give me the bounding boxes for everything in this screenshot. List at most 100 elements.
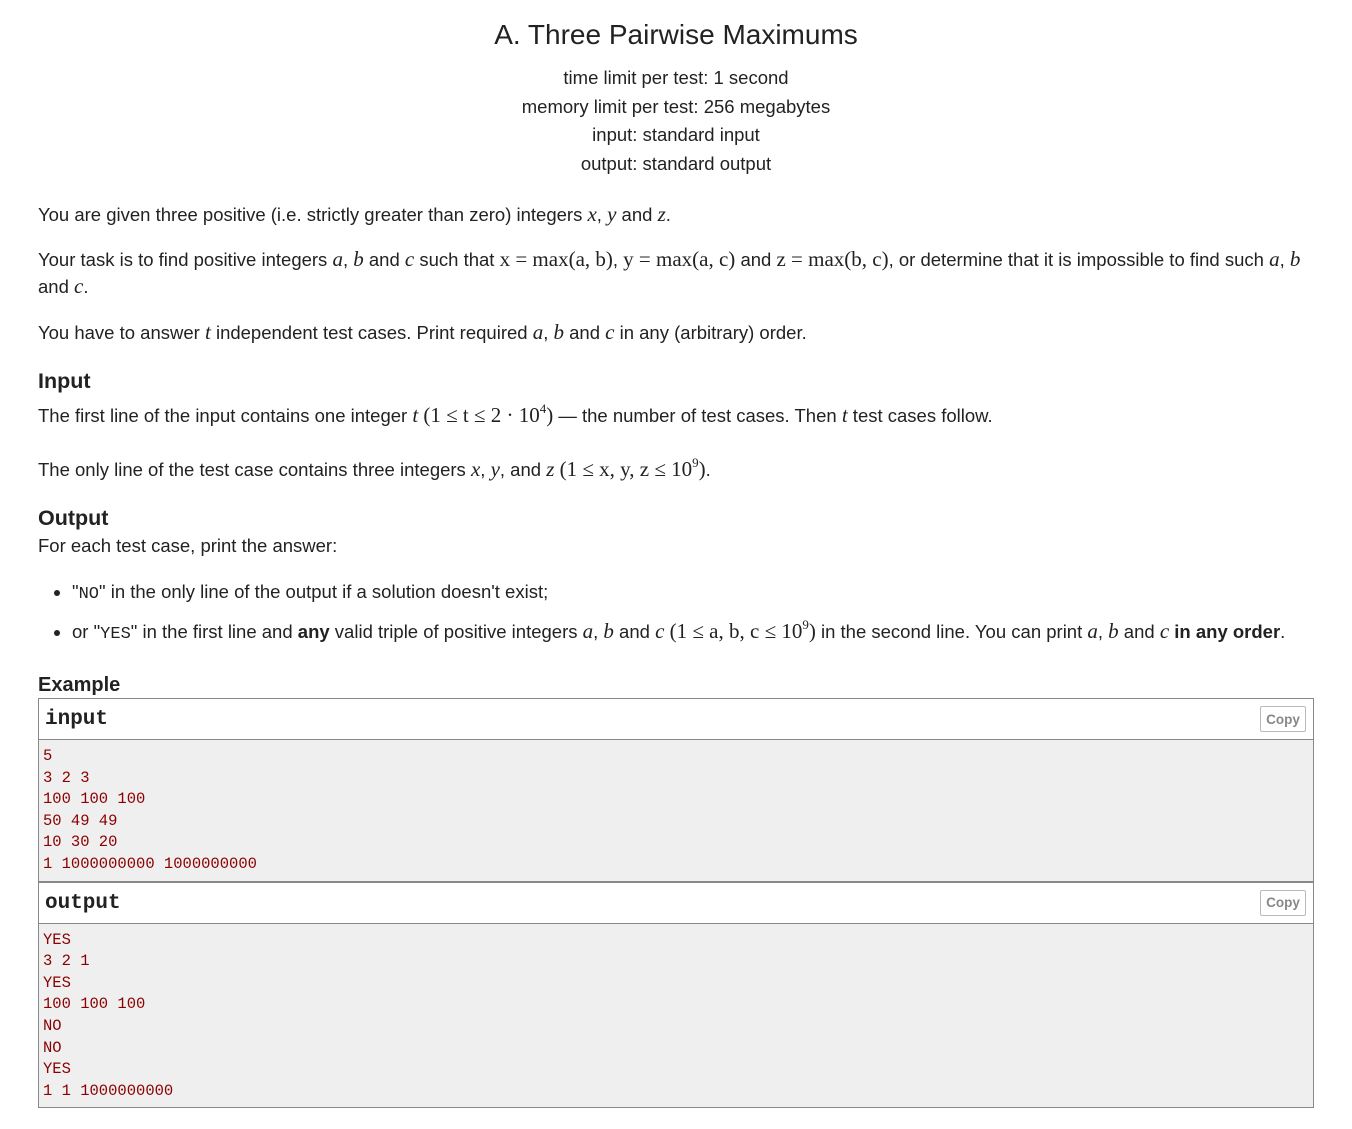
statement-paragraph-3: You have to answer t independent test ca…	[38, 319, 1314, 346]
text: in the second line. You can print	[815, 621, 1088, 642]
sample-output-content: YES 3 2 1 YES 100 100 100 NO NO YES 1 1 1000000…	[39, 923, 1313, 1108]
math-paren: )	[698, 457, 706, 481]
math-var: z	[657, 202, 666, 226]
math-var: c	[655, 619, 665, 643]
math-var: c	[1159, 619, 1170, 643]
math-var: b	[1108, 619, 1119, 643]
sample-line: NO	[43, 1016, 62, 1035]
text: ,	[593, 621, 604, 642]
text: The only line of the test case contains …	[38, 459, 471, 480]
math-var: b	[1289, 247, 1301, 271]
sample-input-content: 5 3 2 3 100 100 100 50 49 49 10 30 20 1 10000…	[39, 740, 1313, 881]
sample-line: 3 2 3	[43, 768, 90, 787]
sample-line: 5	[43, 747, 53, 765]
sample-line: 10 30 20	[43, 833, 118, 852]
math-var: x	[587, 202, 597, 226]
text: Your task is to find positive integers	[38, 249, 333, 270]
text: in the only line of the output if a solu…	[105, 581, 549, 602]
text: ,	[1279, 249, 1290, 270]
text: You have to answer	[38, 322, 205, 343]
list-item: "NO" in the only line of the output if a…	[72, 577, 1314, 610]
math-var: b	[353, 247, 364, 271]
math-equation: y = max(a, c)	[623, 247, 736, 271]
statement-paragraph-2: Your task is to find positive integers a…	[38, 246, 1314, 300]
text: ,	[1097, 621, 1109, 642]
input-paragraph-2: The only line of the test case contains …	[38, 449, 1314, 483]
text: .	[1280, 621, 1286, 642]
sample-line: YES	[43, 973, 71, 992]
text: The first line of the input contains one…	[38, 405, 413, 426]
bold-text: any	[297, 621, 330, 642]
text: valid triple of positive integers	[329, 621, 583, 642]
math-range: (1 ≤ a, b, c ≤ 10	[664, 619, 803, 643]
sample-output-block: output Copy YES 3 2 1 YES 100 100 100 NO NO YE…	[38, 881, 1314, 1109]
math-equation: z = max(b, c)	[776, 247, 889, 271]
text: "	[72, 581, 79, 602]
math-var: y	[607, 202, 617, 226]
sample-line: 50 49 49	[43, 811, 118, 830]
math-var: t	[412, 403, 419, 427]
text: and	[363, 249, 405, 270]
text: and	[38, 276, 75, 297]
example-title: Example	[38, 674, 121, 696]
text: ,	[543, 322, 554, 343]
input-section-title: Input	[38, 369, 91, 393]
problem-statement: A. Three Pairwise Maximums time limit pe…	[38, 0, 1314, 1109]
sample-line: 3 2 1	[43, 952, 90, 971]
text: .	[83, 276, 89, 297]
sample-input-header: input Copy	[39, 699, 1313, 740]
inline-code: YES	[100, 625, 131, 644]
sample-line: 1 1 1000000000	[43, 1081, 174, 1100]
text: and	[563, 322, 606, 343]
problem-header: A. Three Pairwise Maximums time limit pe…	[38, 18, 1314, 178]
sample-output-header: output Copy	[39, 881, 1313, 924]
text: in any (arbitrary) order.	[614, 322, 807, 343]
text: "	[98, 581, 106, 602]
output-section-title: Output	[38, 506, 109, 530]
text: You are given three positive (i.e. stric…	[38, 204, 588, 225]
sample-line: NO	[43, 1038, 62, 1057]
sample-line: 100 100 100	[43, 790, 146, 809]
sample-input-label: input	[45, 708, 109, 731]
math-var: a	[1087, 619, 1098, 643]
text: .	[705, 459, 711, 480]
copy-input-button[interactable]: Copy	[1260, 706, 1306, 732]
math-var: y	[490, 457, 500, 481]
text: such that	[414, 249, 500, 270]
text: ,	[480, 459, 491, 480]
list-item: or "YES" in the first line and any valid…	[72, 610, 1314, 650]
sample-line: YES	[43, 930, 71, 949]
output-intro: For each test case, print the answer:	[38, 535, 338, 556]
statement-paragraph-1: You are given three positive (i.e. stric…	[38, 201, 1314, 228]
text: ,	[612, 249, 624, 270]
sample-input-block: input Copy 5 3 2 3 100 100 100 50 49 49 10 3…	[38, 698, 1314, 882]
sample-output-label: output	[45, 891, 121, 915]
sample-line: YES	[43, 1060, 71, 1079]
copy-output-button[interactable]: Copy	[1260, 889, 1306, 916]
math-equation: x = max(a, b)	[499, 247, 613, 271]
text: or "	[72, 621, 101, 642]
math-var: a	[582, 619, 594, 643]
sample-line: 1 1000000000 1000000000	[43, 854, 257, 873]
text: , or determine that it is impossible to …	[888, 249, 1270, 270]
math-var: x	[470, 457, 481, 481]
text: ,	[342, 249, 354, 270]
problem-title: A. Three Pairwise Maximums	[494, 19, 858, 50]
math-range: (1 ≤ t ≤ 2 · 10	[423, 403, 540, 427]
text: test cases follow.	[847, 405, 993, 426]
math-range: (1 ≤ x, y, z ≤ 10	[554, 457, 693, 481]
bold-text: in any order	[1169, 621, 1281, 642]
inline-code: NO	[78, 585, 99, 604]
text: independent test cases. Print required	[210, 322, 533, 343]
text: " in the first line and	[130, 621, 298, 642]
math-var: b	[603, 619, 614, 643]
math-paren: )	[808, 619, 816, 643]
text: and	[613, 621, 656, 642]
text: and	[616, 204, 658, 225]
input-paragraph-1: The first line of the input contains one…	[38, 395, 1314, 429]
output-bullet-list: "NO" in the only line of the output if a…	[38, 577, 1314, 650]
text: and	[735, 249, 777, 270]
math-var: a	[332, 247, 343, 271]
math-var: b	[553, 320, 564, 344]
text: ,	[596, 204, 608, 225]
